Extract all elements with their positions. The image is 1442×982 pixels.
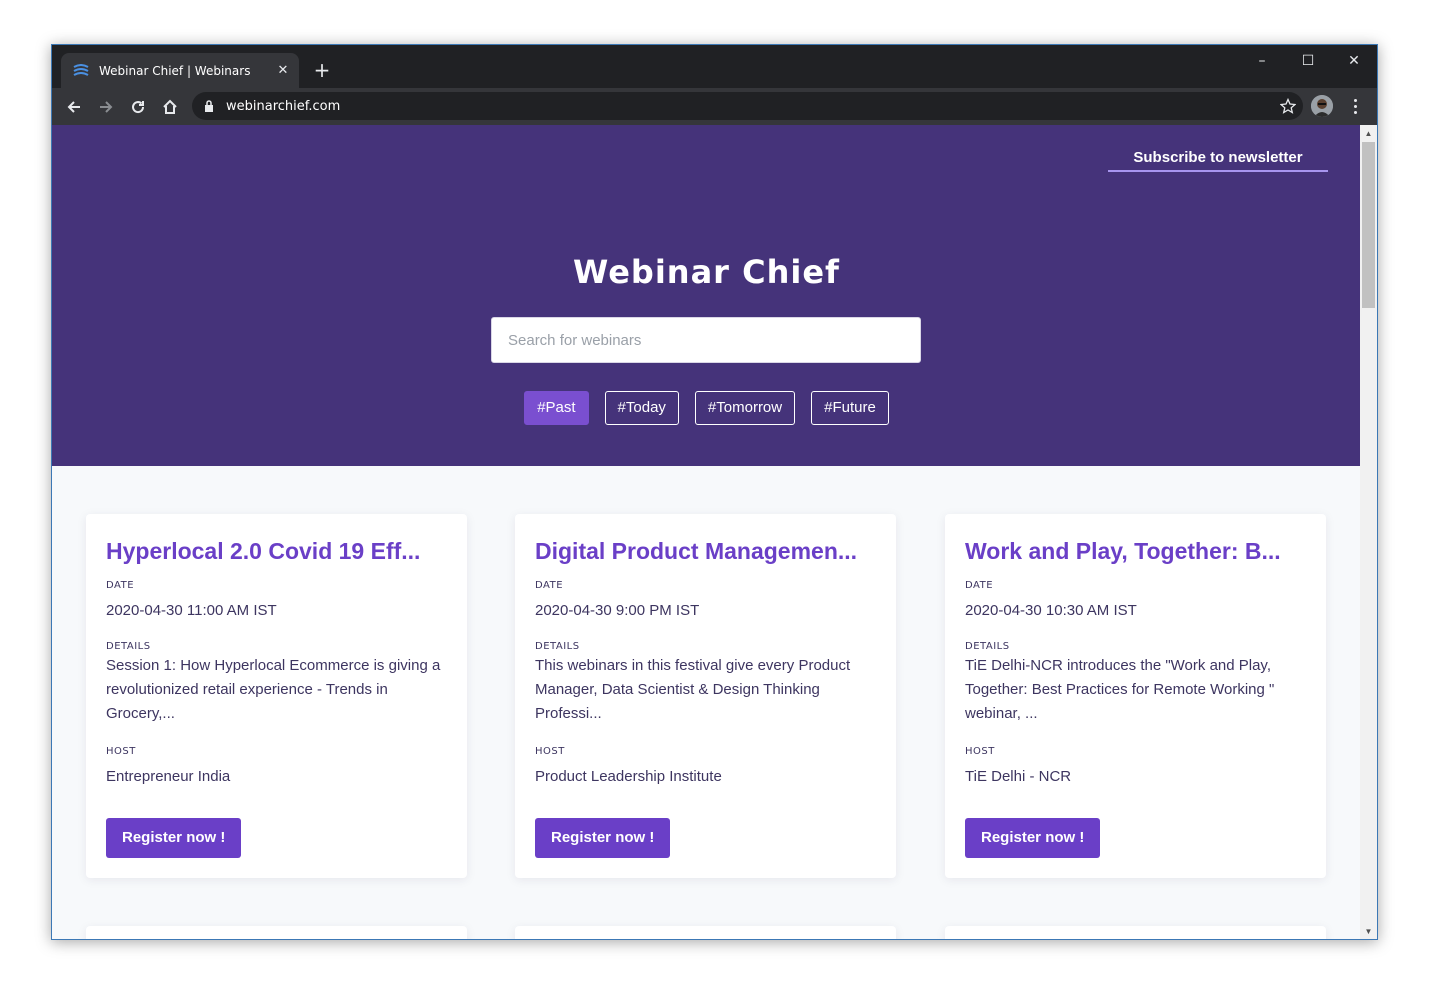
register-button[interactable]: Register now ! <box>535 818 671 858</box>
home-icon[interactable] <box>157 94 183 120</box>
page-scrollbar[interactable]: ▲ ▼ <box>1360 125 1377 939</box>
reload-icon[interactable] <box>125 94 151 120</box>
browser-toolbar: webinarchief.com <box>52 88 1377 125</box>
host-label: HOST <box>106 746 136 757</box>
webinar-title[interactable]: Hyperlocal 2.0 Covid 19 Eff... <box>106 536 447 566</box>
webinar-card-partial <box>515 926 896 939</box>
scroll-up-icon[interactable]: ▲ <box>1360 125 1377 142</box>
date-label: DATE <box>535 580 564 591</box>
filter-future-button[interactable]: #Future <box>811 391 889 425</box>
subscribe-newsletter-link[interactable]: Subscribe to newsletter <box>1108 149 1328 172</box>
scroll-down-icon[interactable]: ▼ <box>1360 923 1377 939</box>
details-label: DETAILS <box>106 641 151 652</box>
filter-tomorrow-button[interactable]: #Tomorrow <box>694 391 796 425</box>
forward-icon[interactable] <box>93 94 119 120</box>
register-button[interactable]: Register now ! <box>106 818 242 858</box>
webinar-date: 2020-04-30 9:00 PM IST <box>535 602 700 619</box>
host-label: HOST <box>535 746 565 757</box>
search-input[interactable] <box>491 317 921 363</box>
tab-title: Webinar Chief | Webinars <box>99 63 251 78</box>
date-label: DATE <box>965 580 994 591</box>
webinar-card: Work and Play, Together: B... DATE 2020-… <box>945 514 1326 878</box>
menu-icon[interactable] <box>1345 96 1365 116</box>
webinar-card: Hyperlocal 2.0 Covid 19 Eff... DATE 2020… <box>86 514 467 878</box>
webinar-title[interactable]: Digital Product Managemen... <box>535 536 876 566</box>
site-title: Webinar Chief <box>573 253 840 291</box>
profile-avatar[interactable] <box>1311 95 1333 117</box>
scrollbar-thumb[interactable] <box>1362 142 1375 308</box>
tab-close-icon[interactable]: ✕ <box>271 63 295 78</box>
details-label: DETAILS <box>535 641 580 652</box>
close-window-button[interactable]: ✕ <box>1331 47 1377 75</box>
filter-past-button[interactable]: #Past <box>524 391 589 425</box>
webinar-title[interactable]: Work and Play, Together: B... <box>965 536 1306 566</box>
webinar-card: Digital Product Managemen... DATE 2020-0… <box>515 514 896 878</box>
webinar-date: 2020-04-30 10:30 AM IST <box>965 602 1137 619</box>
new-tab-button[interactable]: + <box>310 58 334 82</box>
webinar-date: 2020-04-30 11:00 AM IST <box>106 602 277 619</box>
star-icon[interactable] <box>1279 97 1297 115</box>
webinar-host: Entrepreneur India <box>106 768 231 785</box>
host-label: HOST <box>965 746 995 757</box>
minimize-button[interactable]: – <box>1239 47 1285 75</box>
url-text: webinarchief.com <box>226 98 341 114</box>
webinar-details: TiE Delhi-NCR introduces the "Work and P… <box>965 657 1275 722</box>
back-icon[interactable] <box>61 94 87 120</box>
address-bar[interactable]: webinarchief.com <box>192 92 1303 120</box>
details-label: DETAILS <box>965 641 1010 652</box>
register-button[interactable]: Register now ! <box>965 818 1101 858</box>
webinar-host: Product Leadership Institute <box>535 768 722 785</box>
lock-icon <box>204 100 216 112</box>
webinar-card-partial <box>86 926 467 939</box>
maximize-button[interactable]: ☐ <box>1285 47 1331 75</box>
webinar-details: Session 1: How Hyperlocal Ecommerce is g… <box>106 657 441 722</box>
page-viewport: Subscribe to newsletter Webinar Chief #P… <box>52 125 1361 939</box>
date-label: DATE <box>106 580 135 591</box>
filter-today-button[interactable]: #Today <box>604 391 679 425</box>
webinar-card-partial <box>945 926 1326 939</box>
filter-tags: #Past #Today #Tomorrow #Future <box>52 391 1361 425</box>
webinar-host: TiE Delhi - NCR <box>965 768 1072 785</box>
browser-window: Webinar Chief | Webinars ✕ + – ☐ ✕ webin… <box>51 44 1378 940</box>
title-bar: Webinar Chief | Webinars ✕ + – ☐ ✕ <box>52 45 1377 88</box>
webinar-chief-favicon-icon <box>73 63 89 79</box>
browser-tab[interactable]: Webinar Chief | Webinars ✕ <box>61 53 299 88</box>
hero-section: Subscribe to newsletter Webinar Chief #P… <box>52 125 1361 466</box>
webinar-details: This webinars in this festival give ever… <box>535 657 851 722</box>
